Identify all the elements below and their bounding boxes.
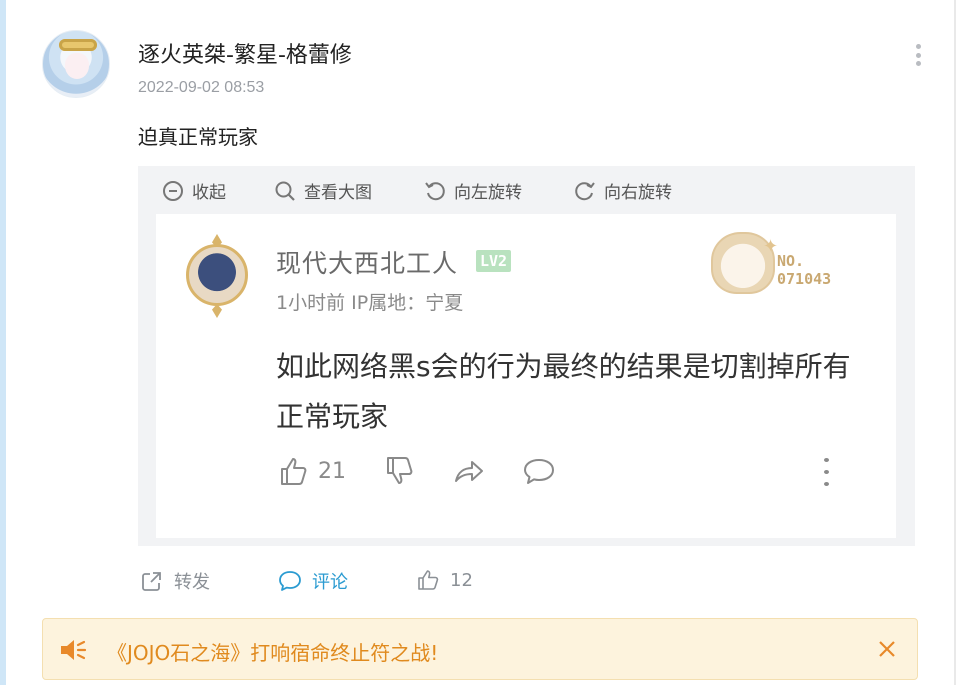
comment-bubble-icon (524, 459, 554, 484)
share-label: 转发 (174, 572, 210, 593)
search-icon (275, 181, 295, 201)
attached-screenshot[interactable]: 现代大西北工人 LV2 1小时前 IP属地：宁夏 ✦ NO. 071043 如此… (156, 214, 896, 538)
rotate-right-icon (575, 181, 595, 200)
fan-badge-label: NO. (777, 252, 805, 270)
sparkle-icon: ✦ (763, 236, 779, 257)
post-more-button[interactable] (906, 40, 930, 70)
screenshot-meta: 1小时前 IP属地：宁夏 (276, 292, 464, 314)
screenshot-content: 如此网络黑s会的行为最终的结果是切割掉所有正常玩家 (276, 350, 851, 433)
screenshot-more-icon (821, 458, 831, 486)
post-text: 迫真正常玩家 (138, 125, 258, 149)
screenshot-action-bar: 21 (276, 454, 856, 494)
level-badge: LV2 (476, 250, 512, 272)
collapse-icon (163, 180, 183, 201)
view-large-button[interactable]: 查看大图 (274, 178, 372, 203)
author-name[interactable]: 逐火英桀-繁星-格蕾修 (138, 37, 352, 69)
thumbs-down-icon (387, 457, 413, 484)
fan-badge-number: NO. 071043 (777, 252, 831, 288)
fan-badge-image: ✦ NO. 071043 (701, 228, 851, 298)
left-edge-strip (0, 0, 6, 685)
avatar-goggles (59, 39, 97, 51)
announcement-text[interactable]: 《JOJO石之海》打响宿命终止符之战! (107, 637, 438, 666)
share-arrow-icon (455, 461, 483, 482)
rotate-right-button[interactable]: 向右旋转 (574, 178, 672, 203)
screenshot-share (452, 454, 486, 488)
screenshot-like-count: 21 (318, 458, 346, 484)
post-timestamp: 2022-09-02 08:53 (138, 79, 265, 96)
rotate-left-icon (425, 181, 445, 200)
collapse-button[interactable]: 收起 (162, 178, 226, 203)
thumbs-up-icon (418, 570, 439, 590)
like-count: 12 (450, 569, 473, 591)
screenshot-comment (522, 454, 556, 488)
speaker-icon (61, 640, 87, 660)
share-button[interactable]: 转发 (140, 568, 210, 594)
fan-badge-value: 071043 (777, 270, 832, 288)
collapse-label: 收起 (192, 183, 226, 203)
screenshot-avatar (182, 234, 252, 318)
rotate-right-label: 向右旋转 (604, 183, 672, 203)
screenshot-dislike (382, 454, 416, 488)
rotate-left-label: 向左旋转 (454, 183, 522, 203)
rotate-left-button[interactable]: 向左旋转 (424, 178, 522, 203)
image-viewer: 收起 查看大图 向左旋转 向右旋转 现代大西北工人 LV2 1小时前 IP属地：… (138, 166, 915, 546)
forward-icon (142, 572, 161, 591)
announcement-banner[interactable]: 《JOJO石之海》打响宿命终止符之战! (42, 618, 918, 680)
close-icon[interactable] (875, 637, 899, 661)
view-large-label: 查看大图 (304, 183, 372, 203)
comment-label: 评论 (312, 572, 348, 593)
screenshot-author-name: 现代大西北工人 (276, 249, 459, 278)
comment-icon (279, 571, 301, 591)
avatar-face (65, 53, 89, 79)
image-viewer-toolbar: 收起 查看大图 向左旋转 向右旋转 (138, 166, 915, 214)
screenshot-like: 21 (276, 454, 346, 488)
like-button[interactable]: 12 (416, 568, 473, 592)
post-action-bar: 转发 评论 12 (138, 568, 638, 598)
comment-button[interactable]: 评论 (278, 568, 348, 594)
author-avatar[interactable] (42, 30, 110, 98)
thumbs-up-icon (281, 458, 307, 485)
